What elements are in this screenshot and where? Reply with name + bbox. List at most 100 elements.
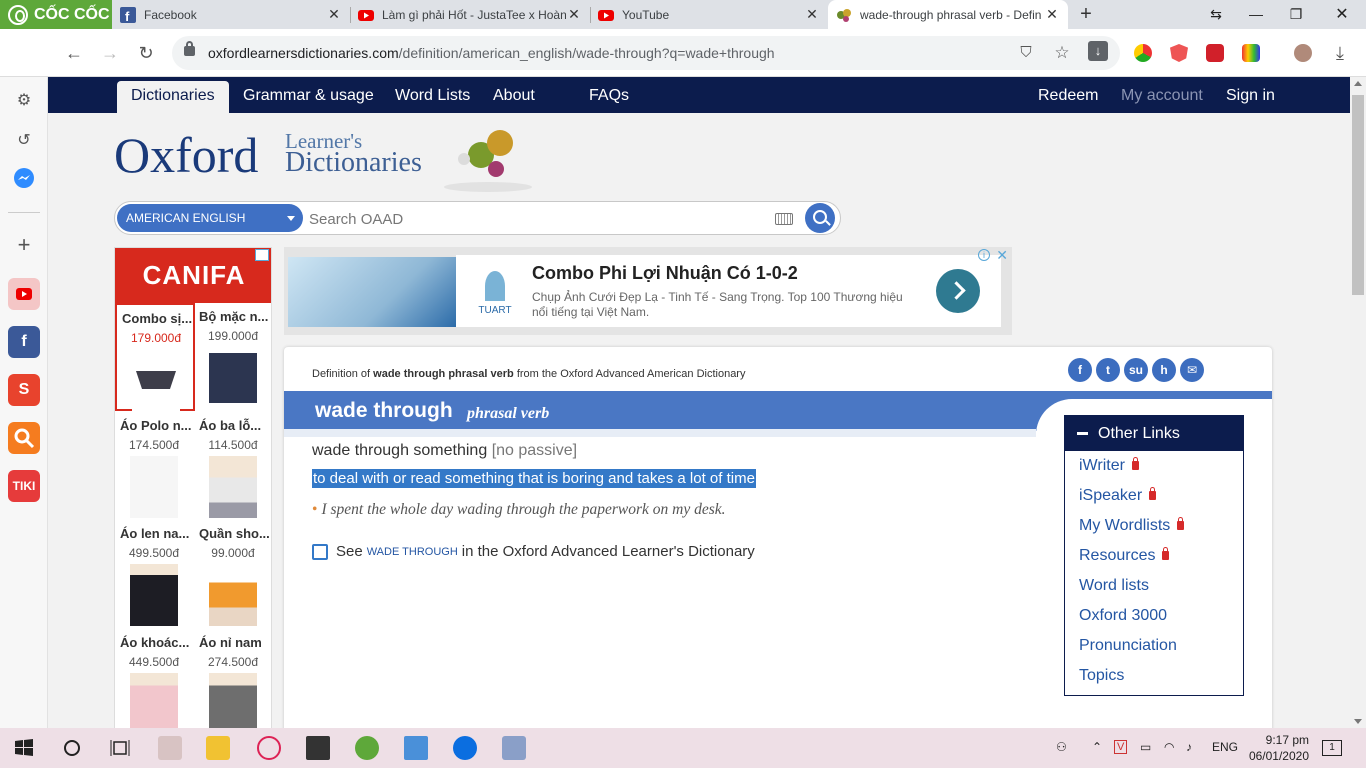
sync-ext-icon[interactable] bbox=[1206, 44, 1224, 62]
restore-button[interactable]: ❐ bbox=[1276, 0, 1316, 29]
banner-ad[interactable]: TUART Combo Phi Lợi Nhuận Có 1-0-2 Chụp … bbox=[284, 247, 1012, 335]
close-ad-icon[interactable]: ✕ bbox=[996, 247, 1008, 264]
adblock-ext-icon[interactable] bbox=[1170, 44, 1188, 62]
task-view-icon[interactable] bbox=[108, 736, 132, 760]
stumbleupon-share-icon[interactable]: su bbox=[1124, 358, 1148, 382]
link-my-wordlists[interactable]: My Wordlists bbox=[1065, 511, 1243, 541]
coccoc-taskbar-icon[interactable] bbox=[355, 736, 379, 760]
show-hidden-icons[interactable]: ⌃ bbox=[1092, 740, 1102, 754]
messenger-icon[interactable] bbox=[10, 167, 38, 195]
battery-icon[interactable]: ▭ bbox=[1140, 740, 1151, 754]
youtube-app-icon[interactable] bbox=[8, 278, 40, 310]
downloads-icon[interactable]: ⤓ bbox=[1328, 41, 1352, 65]
keyboard-icon[interactable] bbox=[775, 213, 793, 225]
nav-faqs[interactable]: FAQs bbox=[589, 77, 629, 113]
close-tab-icon[interactable]: ✕ bbox=[804, 6, 820, 23]
tab-facebook[interactable]: f Facebook ✕ bbox=[112, 0, 350, 29]
nav-my-account[interactable]: My account bbox=[1121, 77, 1203, 113]
nav-about[interactable]: About bbox=[493, 77, 535, 113]
tiki-app-icon[interactable]: TIKI bbox=[8, 470, 40, 502]
search-icon[interactable] bbox=[60, 736, 84, 760]
other-links-toggle[interactable]: Other Links bbox=[1065, 416, 1243, 451]
twitter-share-icon[interactable]: t bbox=[1096, 358, 1120, 382]
search-input[interactable] bbox=[309, 206, 749, 232]
clock[interactable]: 9:17 pm 06/01/2020 bbox=[1247, 732, 1309, 764]
adchoices-info-icon[interactable]: i bbox=[978, 249, 990, 261]
tab-youtube[interactable]: YouTube ✕ bbox=[590, 0, 828, 29]
zalo-icon[interactable] bbox=[453, 736, 477, 760]
link-word-lists[interactable]: Word lists bbox=[1065, 571, 1243, 601]
close-tab-icon[interactable]: ✕ bbox=[1044, 6, 1060, 23]
see-also-link[interactable]: See wade through in the Oxford Advanced … bbox=[312, 543, 755, 560]
volume-icon[interactable]: ♪ bbox=[1186, 740, 1192, 754]
people-icon[interactable]: ⚇ bbox=[1056, 740, 1067, 754]
link-oxford-3000[interactable]: Oxford 3000 bbox=[1065, 601, 1243, 631]
coccoc-menu-button[interactable]: CỐC CỐC bbox=[0, 0, 112, 29]
adchoices-icon[interactable] bbox=[255, 249, 269, 261]
nav-redeem[interactable]: Redeem bbox=[1038, 77, 1098, 113]
wifi-icon[interactable]: ◠ bbox=[1164, 740, 1174, 754]
facebook-share-icon[interactable]: f bbox=[1068, 358, 1092, 382]
app-icon-2[interactable] bbox=[257, 736, 281, 760]
bookmark-star-icon[interactable]: ☆ bbox=[1050, 41, 1074, 65]
download-page-icon[interactable]: ↓ bbox=[1088, 41, 1108, 61]
nav-word-lists[interactable]: Word Lists bbox=[395, 77, 470, 113]
nav-grammar-usage[interactable]: Grammar & usage bbox=[243, 77, 374, 113]
history-icon[interactable]: ↺ bbox=[10, 127, 38, 155]
dictionary-select[interactable]: AMERICAN ENGLISH bbox=[117, 204, 303, 232]
ad-product[interactable]: Áo len na... 499.500đ bbox=[115, 520, 195, 628]
reload-button[interactable]: ↻ bbox=[134, 41, 158, 65]
hi5-share-icon[interactable]: h bbox=[1152, 358, 1176, 382]
link-resources[interactable]: Resources bbox=[1065, 541, 1243, 571]
color-ext-icon[interactable] bbox=[1242, 44, 1260, 62]
address-bar[interactable]: oxfordlearnersdictionaries.com/definitio… bbox=[172, 36, 1120, 70]
scroll-thumb[interactable] bbox=[1352, 95, 1364, 295]
scroll-up-icon[interactable] bbox=[1354, 81, 1362, 86]
settings-gear-icon[interactable]: ⚙ bbox=[10, 87, 38, 115]
ad-open-button[interactable] bbox=[936, 269, 980, 313]
windows-start-icon[interactable] bbox=[12, 736, 36, 760]
shopee-app-icon[interactable]: S bbox=[8, 374, 40, 406]
ad-product[interactable]: Áo khoác... 449.500đ bbox=[115, 629, 195, 728]
language-indicator[interactable]: ENG bbox=[1212, 740, 1238, 754]
ad-headline[interactable]: Combo Phi Lợi Nhuận Có 1-0-2 bbox=[532, 263, 798, 284]
app-icon-4[interactable] bbox=[404, 736, 428, 760]
link-ispeaker[interactable]: iSpeaker bbox=[1065, 481, 1243, 511]
link-pronunciation[interactable]: Pronunciation bbox=[1065, 631, 1243, 661]
app-icon-1[interactable] bbox=[158, 736, 182, 760]
ad-product[interactable]: Combo sị... 179.000đ bbox=[115, 303, 195, 411]
ad-product[interactable]: Bộ mặc n... 199.000đ bbox=[194, 303, 271, 411]
new-tab-button[interactable]: + bbox=[1076, 4, 1096, 24]
tab-oxford[interactable]: wade-through phrasal verb - Defin ✕ bbox=[828, 0, 1068, 29]
canifa-ad[interactable]: CANIFA Combo sị... 179.000đ Bộ mặc n... … bbox=[114, 247, 272, 728]
unikey-icon[interactable]: V bbox=[1114, 740, 1128, 754]
ad-product[interactable]: Áo Polo n... 174.500đ bbox=[115, 412, 195, 520]
ad-product[interactable]: Áo ba lỗ... 114.500đ bbox=[194, 412, 271, 520]
file-explorer-icon[interactable] bbox=[206, 736, 230, 760]
app-icon-5[interactable] bbox=[502, 736, 526, 760]
nav-dictionaries[interactable]: Dictionaries bbox=[117, 81, 229, 113]
nav-sign-in[interactable]: Sign in bbox=[1226, 77, 1275, 113]
tab-search-icon[interactable]: ⇆ bbox=[1196, 0, 1236, 29]
profile-avatar[interactable] bbox=[1294, 44, 1312, 62]
app-icon-3[interactable] bbox=[306, 736, 330, 760]
link-topics[interactable]: Topics bbox=[1065, 661, 1243, 691]
close-tab-icon[interactable]: ✕ bbox=[566, 6, 582, 23]
back-button[interactable]: ← bbox=[62, 41, 86, 65]
facebook-app-icon[interactable]: f bbox=[8, 326, 40, 358]
forward-button[interactable]: → bbox=[98, 41, 122, 65]
close-window-button[interactable]: ✕ bbox=[1322, 0, 1362, 29]
notification-center-icon[interactable]: 1 bbox=[1322, 740, 1342, 756]
tab-music[interactable]: Làm gì phải Hốt - JustaTee x Hoàng ✕ bbox=[350, 0, 590, 29]
add-app-icon[interactable]: + bbox=[10, 231, 38, 259]
email-share-icon[interactable]: ✉ bbox=[1180, 358, 1204, 382]
shield-icon[interactable]: ⛉ bbox=[1014, 41, 1038, 65]
ad-product[interactable]: Quần sho... 99.000đ bbox=[194, 520, 271, 628]
minimize-button[interactable]: — bbox=[1236, 0, 1276, 29]
link-iwriter[interactable]: iWriter bbox=[1065, 451, 1243, 481]
chrome-ext-icon[interactable] bbox=[1134, 44, 1152, 62]
page-scrollbar[interactable] bbox=[1350, 77, 1366, 728]
scroll-down-icon[interactable] bbox=[1354, 719, 1362, 724]
close-tab-icon[interactable]: ✕ bbox=[326, 6, 342, 23]
search-app-icon[interactable] bbox=[8, 422, 40, 454]
